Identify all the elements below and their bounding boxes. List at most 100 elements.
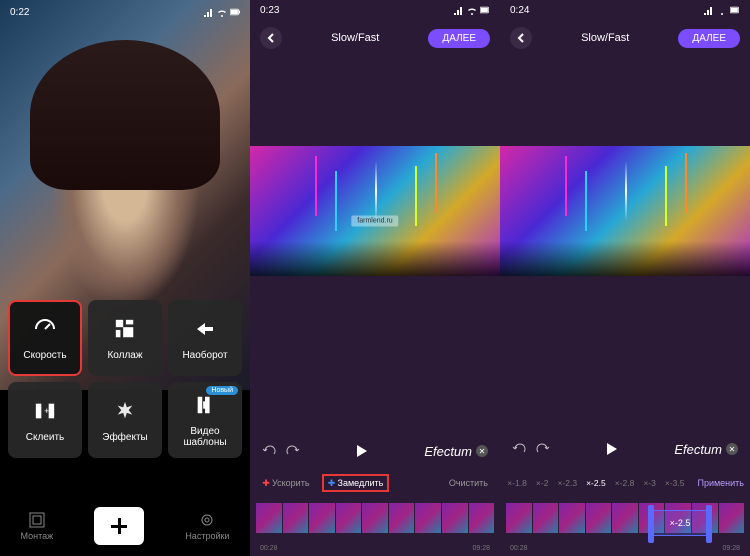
clock: 0:22	[10, 7, 29, 18]
timeline-thumb	[442, 503, 468, 533]
timeline-thumb	[586, 503, 612, 533]
timeline-thumb	[533, 503, 559, 533]
status-bar: 0:23	[250, 0, 500, 20]
minus-icon: ✚	[328, 479, 336, 487]
timeline-thumb	[309, 503, 335, 533]
editor-screen-tabs: 0:23 Slow/Fast ДАЛЕЕ farmlend.ru Efectum…	[250, 0, 500, 556]
nav-label: Монтаж	[21, 531, 54, 541]
back-button[interactable]	[260, 27, 282, 49]
timeline[interactable]	[500, 498, 750, 538]
wifi-icon	[467, 5, 477, 15]
status-bar: 0:24	[500, 0, 750, 20]
speed-option[interactable]: ×-2	[536, 478, 549, 488]
wifi-icon	[217, 7, 227, 17]
clear-tab[interactable]: Очистить	[445, 476, 492, 490]
merge-tile[interactable]: + Склеить	[8, 382, 82, 458]
timeline-end: 09:28	[472, 545, 490, 552]
merge-icon: +	[32, 398, 58, 424]
speed-option[interactable]: ×-3	[643, 478, 656, 488]
bottom-nav: Монтаж Настройки	[0, 496, 250, 556]
speedup-tab[interactable]: ✚Ускорить	[258, 476, 314, 490]
speed-values[interactable]: 1.5 ×-1.8 ×-2 ×-2.3 ×-2.5 ×-2.8 ×-3 ×-3.…	[500, 470, 750, 496]
templates-tile[interactable]: Новый Видео шаблоны	[168, 382, 242, 458]
status-bar: 0:22	[0, 2, 250, 22]
speed-option-active[interactable]: ×-2.5	[586, 478, 606, 488]
speed-selection-handle[interactable]: ×-2.5	[650, 510, 710, 536]
brand-label: Efectum✕	[424, 444, 488, 459]
timeline-start: 00:28	[260, 545, 278, 552]
timeline-thumb	[389, 503, 415, 533]
chevron-left-icon	[266, 33, 276, 43]
battery-icon	[230, 7, 240, 17]
undo-icon[interactable]	[262, 444, 276, 458]
video-preview[interactable]: farmlend.ru	[250, 146, 500, 276]
effects-icon	[112, 398, 138, 424]
timeline-thumb	[336, 503, 362, 533]
undo-icon[interactable]	[512, 442, 526, 456]
signal-icon	[704, 5, 714, 15]
play-button[interactable]	[607, 443, 617, 455]
signal-icon	[454, 5, 464, 15]
play-button[interactable]	[357, 445, 367, 457]
clock: 0:23	[260, 5, 279, 16]
next-button[interactable]: ДАЛЕЕ	[428, 29, 490, 48]
status-icons	[704, 5, 740, 15]
screen-title: Slow/Fast	[581, 32, 629, 44]
redo-icon[interactable]	[286, 444, 300, 458]
top-bar: Slow/Fast ДАЛЕЕ	[250, 20, 500, 56]
gear-icon	[199, 512, 215, 528]
signal-icon	[204, 7, 214, 17]
speed-option[interactable]: ×-2.8	[615, 478, 635, 488]
add-button[interactable]	[94, 507, 144, 545]
speed-option[interactable]: ×-2.3	[557, 478, 577, 488]
nav-label: Настройки	[185, 531, 229, 541]
battery-icon	[730, 5, 740, 15]
status-icons	[204, 7, 240, 17]
timeline-thumb	[283, 503, 309, 533]
redo-icon[interactable]	[536, 442, 550, 456]
home-screen: 0:22 Скорость Коллаж Наоборот + Склеить …	[0, 0, 250, 556]
tile-label: Склеить	[26, 432, 64, 443]
speed-option[interactable]: ×-1.8	[507, 478, 527, 488]
plus-icon: ✚	[262, 479, 270, 487]
status-icons	[454, 5, 490, 15]
undo-redo	[512, 442, 550, 456]
playback-controls: Efectum✕	[500, 434, 750, 464]
close-brand-icon[interactable]: ✕	[726, 443, 738, 455]
timeline-end: 09:28	[722, 545, 740, 552]
editor-screen-speeds: 0:24 Slow/Fast ДАЛЕЕ Efectum✕ 1.5 ×-1.8 …	[500, 0, 750, 556]
speed-icon	[32, 316, 58, 342]
slowdown-tab[interactable]: ✚Замедлить	[322, 474, 390, 492]
back-button[interactable]	[510, 27, 532, 49]
new-badge: Новый	[206, 386, 238, 395]
speed-tabs: ✚Ускорить ✚Замедлить Очистить	[250, 470, 500, 496]
feature-grid: Скорость Коллаж Наоборот + Склеить Эффек…	[8, 300, 242, 458]
svg-text:+: +	[44, 405, 49, 415]
montage-nav[interactable]: Монтаж	[21, 512, 54, 541]
collage-icon	[112, 316, 138, 342]
screen-title: Slow/Fast	[331, 32, 379, 44]
wifi-icon	[717, 5, 727, 15]
tile-label: Эффекты	[102, 432, 147, 443]
apply-button[interactable]: Применить	[697, 478, 744, 488]
effects-tile[interactable]: Эффекты	[88, 382, 162, 458]
watermark: farmlend.ru	[351, 216, 398, 227]
chevron-left-icon	[516, 33, 526, 43]
timeline-thumb	[719, 503, 745, 533]
reverse-tile[interactable]: Наоборот	[168, 300, 242, 376]
reverse-icon	[192, 316, 218, 342]
tile-label: Видео шаблоны	[168, 426, 242, 448]
clock: 0:24	[510, 5, 529, 16]
speed-tile[interactable]: Скорость	[8, 300, 82, 376]
video-preview[interactable]	[500, 146, 750, 276]
timeline[interactable]	[250, 498, 500, 538]
next-button[interactable]: ДАЛЕЕ	[678, 29, 740, 48]
collage-tile[interactable]: Коллаж	[88, 300, 162, 376]
speed-option[interactable]: ×-3.5	[665, 478, 685, 488]
settings-nav[interactable]: Настройки	[185, 512, 229, 541]
timeline-thumb	[612, 503, 638, 533]
templates-icon	[192, 392, 218, 418]
top-bar: Slow/Fast ДАЛЕЕ	[500, 20, 750, 56]
timeline-thumb	[415, 503, 441, 533]
close-brand-icon[interactable]: ✕	[476, 445, 488, 457]
